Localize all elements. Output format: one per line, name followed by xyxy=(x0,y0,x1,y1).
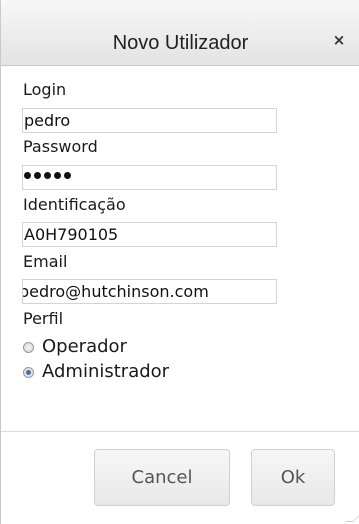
email-label: Email xyxy=(23,252,68,271)
radio-administrador-label: Administrador xyxy=(42,361,170,382)
password-dot xyxy=(64,172,71,179)
password-dot xyxy=(54,172,61,179)
ok-button[interactable]: Ok xyxy=(251,449,335,506)
dialog-title: Novo Utilizador xyxy=(112,32,249,54)
identificacao-label: Identificação xyxy=(23,195,126,214)
identificacao-field[interactable]: A0H790105 xyxy=(22,222,277,247)
password-mask xyxy=(24,172,71,179)
radio-button-icon[interactable] xyxy=(23,341,34,353)
perfil-label: Perfil xyxy=(23,309,64,328)
close-icon[interactable]: × xyxy=(330,31,348,49)
login-label: Login xyxy=(23,80,67,99)
password-dot xyxy=(34,172,41,179)
password-dot xyxy=(44,172,51,179)
password-label: Password xyxy=(23,137,98,156)
new-user-dialog: Novo Utilizador × Login pedro Password I… xyxy=(0,0,359,524)
radio-operador-label: Operador xyxy=(42,336,127,357)
cancel-button[interactable]: Cancel xyxy=(94,449,230,506)
resize-handle-icon[interactable] xyxy=(345,514,359,522)
radio-button-selected-icon[interactable] xyxy=(23,366,34,378)
login-field[interactable]: pedro xyxy=(22,108,277,133)
email-field[interactable]: pedro@hutchinson.com xyxy=(22,279,277,304)
password-dot xyxy=(24,172,31,179)
dialog-titlebar[interactable]: Novo Utilizador × xyxy=(1,0,359,66)
radio-operador[interactable]: Operador xyxy=(23,337,127,357)
footer-divider xyxy=(1,431,359,432)
radio-administrador[interactable]: Administrador xyxy=(23,362,169,382)
